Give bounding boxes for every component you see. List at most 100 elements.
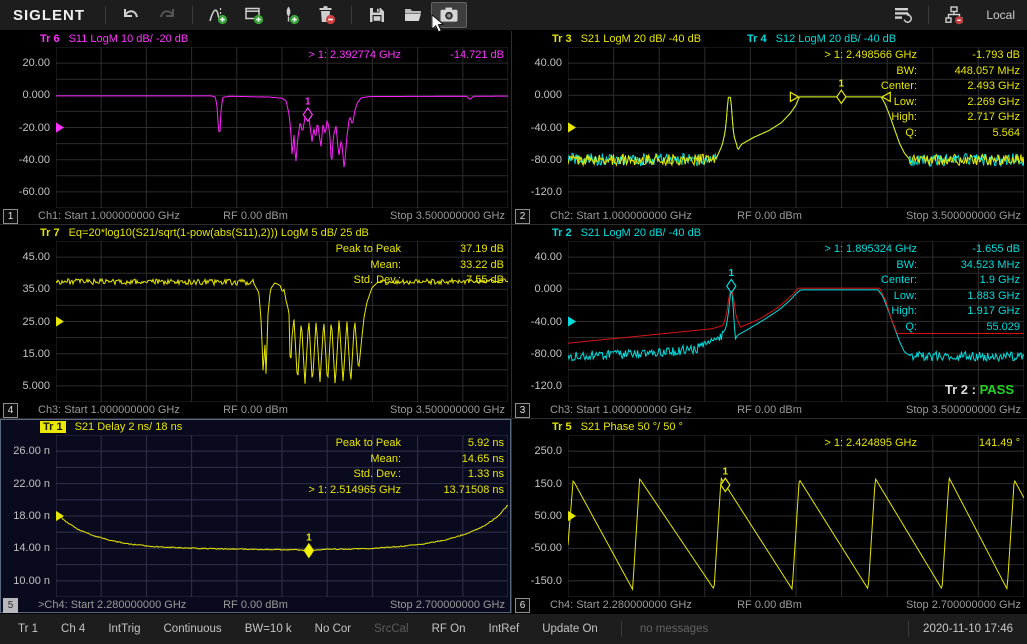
channel-start: Ch3: Start 1.000000000 GHz xyxy=(38,404,180,416)
y-axis-tick: -50.00 xyxy=(531,542,562,554)
status-correction[interactable]: No Cor xyxy=(315,623,351,635)
channel-footer: 3 Ch3: Start 1.000000000 GHz RF 0.00 dBm… xyxy=(512,402,1027,418)
channel-stop: Stop 3.500000000 GHz xyxy=(390,210,505,222)
panel-window-4[interactable]: Tr 7 Eq=20*log10(S21/sqrt(1-pow(abs(S11)… xyxy=(0,225,511,418)
reference-level-arrow[interactable] xyxy=(56,316,64,326)
limit-test-trace: Tr 2 : xyxy=(945,382,976,397)
trace-name[interactable]: Tr 4 xyxy=(747,33,767,45)
reference-level-arrow[interactable] xyxy=(56,122,64,132)
control-mode-label[interactable]: Local xyxy=(986,8,1015,22)
y-axis-tick: -80.00 xyxy=(531,154,562,166)
delete-button[interactable] xyxy=(308,2,344,28)
y-axis-tick: -40.00 xyxy=(19,154,50,166)
stat-value: 2.717 GHz xyxy=(925,110,1020,126)
stat-value: 33.22 dB xyxy=(409,258,504,274)
readout-value: -1.793 dB xyxy=(925,48,1020,64)
delete-icon xyxy=(316,5,336,25)
display-settings-button[interactable] xyxy=(885,2,921,28)
status-if-bandwidth[interactable]: BW=10 k xyxy=(245,623,292,635)
y-axis-tick: 20.00 xyxy=(22,57,50,69)
marker-1[interactable] xyxy=(304,544,313,557)
y-axis-tick: 25.00 xyxy=(22,316,50,328)
stat-label: High: xyxy=(824,304,917,320)
trace-name[interactable]: Tr 2 xyxy=(552,227,572,239)
y-axis-tick: 0.000 xyxy=(534,89,562,101)
status-active-channel[interactable]: Ch 4 xyxy=(61,623,85,635)
trace-statistics: Peak to Peak5.92 ns Mean:14.65 ns Std. D… xyxy=(308,436,504,498)
channel-stop: Stop 3.500000000 GHz xyxy=(906,404,1021,416)
panel-window-6[interactable]: Tr 5 S21 Phase 50 °/ 50 ° 250.0150.050.0… xyxy=(512,419,1027,613)
channel-start: Ch1: Start 1.000000000 GHz xyxy=(38,210,180,222)
status-srccal[interactable]: SrcCal xyxy=(374,623,409,635)
stat-label: Center: xyxy=(824,273,917,289)
channel-stop: Stop 2.700000000 GHz xyxy=(906,599,1021,611)
status-active-trace[interactable]: Tr 1 xyxy=(18,623,38,635)
trace-name[interactable]: Tr 6 xyxy=(40,33,60,45)
redo-button[interactable] xyxy=(149,2,185,28)
stat-value: 14.65 ns xyxy=(409,452,504,468)
limit-test-status: PASS xyxy=(980,382,1014,397)
status-trigger[interactable]: IntTrig xyxy=(108,623,140,635)
channel-footer: 6 Ch4: Start 2.280000000 GHz RF 0.00 dBm… xyxy=(512,597,1027,613)
marker-1[interactable] xyxy=(727,279,736,292)
panel-window-1[interactable]: Tr 6 S11 LogM 10 dB/ -20 dB 20.000.000-2… xyxy=(0,31,511,224)
plot-area[interactable]: 1 > 1: 2.392774 GHz-14.721 dB xyxy=(56,47,508,208)
status-update[interactable]: Update On xyxy=(542,623,598,635)
reference-level-arrow[interactable] xyxy=(568,511,576,521)
channel-power: RF 0.00 dBm xyxy=(737,599,802,611)
undo-button[interactable] xyxy=(113,2,149,28)
y-axis-tick: 45.00 xyxy=(22,251,50,263)
channel-power: RF 0.00 dBm xyxy=(223,404,288,416)
window-number-badge: 2 xyxy=(515,209,530,224)
y-axis-labels: 26.00 n22.00 n18.00 n14.00 n10.00 n xyxy=(0,435,56,597)
trace-header: Tr 2 S21 LogM 20 dB/ -40 dB xyxy=(512,225,1027,241)
stat-label: Low: xyxy=(824,289,917,305)
save-button[interactable] xyxy=(359,2,395,28)
network-status-button[interactable] xyxy=(936,2,972,28)
add-marker-button[interactable] xyxy=(272,2,308,28)
trace-name[interactable]: Tr 7 xyxy=(40,227,60,239)
new-window-button[interactable] xyxy=(236,2,272,28)
add-trace-button[interactable] xyxy=(200,2,236,28)
trace-name[interactable]: Tr 3 xyxy=(552,33,572,45)
toolbar-separator xyxy=(105,6,106,24)
status-reference[interactable]: IntRef xyxy=(489,623,520,635)
window-number-badge: 1 xyxy=(3,209,18,224)
reference-level-arrow[interactable] xyxy=(568,122,576,132)
readout-value: 141.49 ° xyxy=(925,436,1020,452)
plot-area[interactable]: 1 Peak to Peak5.92 ns Mean:14.65 ns Std.… xyxy=(56,435,508,597)
stat-label: Mean: xyxy=(308,452,401,468)
y-axis-tick: -120.0 xyxy=(531,380,562,392)
stat-label: Std. Dev.: xyxy=(308,467,401,483)
status-rf-power[interactable]: RF On xyxy=(432,623,466,635)
readout-value: -14.721 dB xyxy=(409,48,504,64)
status-sweep-mode[interactable]: Continuous xyxy=(164,623,222,635)
plot-area[interactable]: Peak to Peak37.19 dB Mean:33.22 dB Std. … xyxy=(56,241,508,402)
network-status-icon xyxy=(944,5,964,25)
stat-value: 55.029 xyxy=(925,320,1020,336)
y-axis-tick: 0.000 xyxy=(534,283,562,295)
y-axis-tick: 10.00 n xyxy=(13,575,50,587)
marker-readout: > 1: 2.498566 GHz-1.793 dB BW:448.057 MH… xyxy=(824,48,1020,141)
marker-label: 1 xyxy=(306,532,312,543)
marker-readout: > 1: 2.392774 GHz-14.721 dB xyxy=(308,48,504,64)
display-settings-icon xyxy=(893,5,913,25)
siglent-logo: SIGLENT xyxy=(0,7,98,24)
panel-window-5-active[interactable]: Tr 1 S21 Delay 2 ns/ 18 ns 26.00 n22.00 … xyxy=(0,419,511,613)
panel-window-3[interactable]: Tr 2 S21 LogM 20 dB/ -40 dB 40.000.000-4… xyxy=(512,225,1027,418)
plot-area[interactable]: 1 > 1: 1.895324 GHz-1.655 dB BW:34.523 M… xyxy=(568,241,1024,402)
trace-name-selected[interactable]: Tr 1 xyxy=(40,421,66,433)
panel-window-2[interactable]: Tr 3 S21 LogM 20 dB/ -40 dB Tr 4 S12 Log… xyxy=(512,31,1027,224)
stat-label: High: xyxy=(824,110,917,126)
trace-header: Tr 5 S21 Phase 50 °/ 50 ° xyxy=(512,419,1027,435)
y-axis-tick: 5.000 xyxy=(22,380,50,392)
channel-footer: 5 >Ch4: Start 2.280000000 GHz RF 0.00 dB… xyxy=(0,597,511,613)
plot-area[interactable]: 1 > 1: 2.498566 GHz-1.793 dB BW:448.057 … xyxy=(568,47,1024,208)
reference-level-arrow[interactable] xyxy=(568,316,576,326)
stat-label: Mean: xyxy=(336,258,401,274)
open-button[interactable] xyxy=(395,2,431,28)
window-number-badge: 3 xyxy=(515,403,530,418)
plot-area[interactable]: 1 > 1: 2.424895 GHz141.49 ° xyxy=(568,435,1024,597)
y-axis-tick: -20.00 xyxy=(19,122,50,134)
trace-name[interactable]: Tr 5 xyxy=(552,421,572,433)
